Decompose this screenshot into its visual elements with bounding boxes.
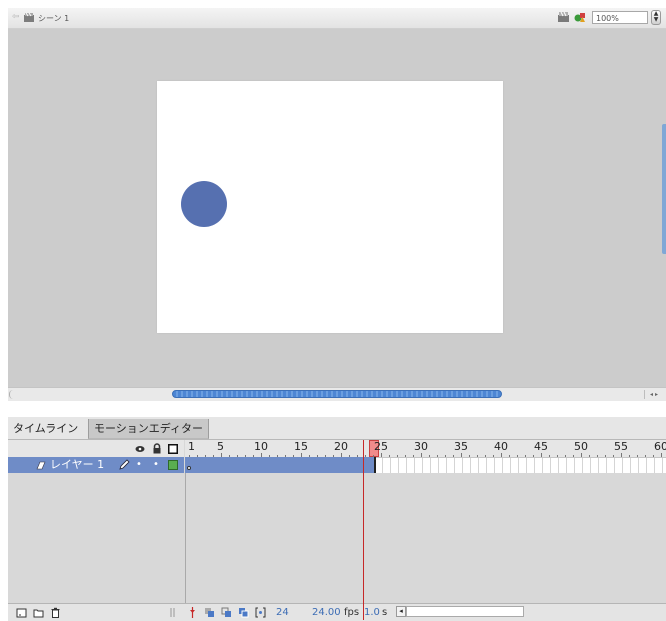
edit-symbol-icon[interactable] bbox=[574, 11, 586, 23]
frames-area-empty[interactable] bbox=[185, 473, 666, 603]
lock-icon[interactable] bbox=[152, 443, 162, 454]
tab-timeline[interactable]: タイムライン bbox=[8, 419, 84, 439]
center-frame-icon[interactable] bbox=[187, 607, 198, 618]
eye-icon[interactable] bbox=[135, 443, 145, 454]
frame-label: 50 bbox=[574, 440, 588, 453]
timeline-scroll-left-icon[interactable]: ◂ bbox=[396, 606, 406, 617]
frame-label: 25 bbox=[374, 440, 388, 453]
edit-scene-icon[interactable] bbox=[557, 11, 570, 23]
tab-motion-editor[interactable]: モーションエディター bbox=[88, 419, 210, 439]
frame-label: 10 bbox=[254, 440, 268, 453]
zoom-dropdown-icon[interactable]: ▲ ▼ bbox=[651, 10, 661, 25]
filled-frames-span[interactable] bbox=[185, 457, 375, 473]
scene-label[interactable]: シーン 1 bbox=[38, 14, 69, 23]
frame-label: 5 bbox=[217, 440, 224, 453]
scene-icon bbox=[24, 12, 34, 22]
scroll-track-start bbox=[9, 390, 18, 399]
layer-icon bbox=[36, 461, 46, 470]
outline-color-swatch[interactable] bbox=[168, 460, 178, 470]
visibility-dot[interactable]: • bbox=[136, 460, 142, 470]
keyframe-marker[interactable] bbox=[187, 466, 191, 470]
frame-rate-unit: fps bbox=[344, 607, 360, 618]
panel-tabs: タイムライン モーションエディター bbox=[8, 417, 666, 440]
timeline-horizontal-scrollbar[interactable] bbox=[406, 606, 524, 617]
vertical-scrollbar-thumb[interactable] bbox=[662, 124, 666, 254]
frame-label: 20 bbox=[334, 440, 348, 453]
frame-label: 15 bbox=[294, 440, 308, 453]
timeline-status-bar: 24 24.00 fps 1.0 s ◂ bbox=[8, 603, 666, 621]
frame-label: 60 bbox=[654, 440, 666, 453]
pasteboard[interactable] bbox=[8, 29, 666, 387]
stage-canvas[interactable] bbox=[157, 81, 503, 333]
pencil-icon bbox=[119, 459, 130, 470]
empty-frames[interactable] bbox=[375, 457, 666, 473]
edit-multiple-frames-icon[interactable] bbox=[238, 607, 249, 618]
onion-skin-icon[interactable] bbox=[204, 607, 215, 618]
outline-icon[interactable] bbox=[168, 443, 178, 454]
playhead-line bbox=[363, 440, 364, 620]
frame-label: 40 bbox=[494, 440, 508, 453]
frame-label: 1 bbox=[188, 440, 195, 453]
stage-window: ⇦ シーン 1 100% ▲ ▼ ◂ ▸ bbox=[0, 0, 666, 404]
scroll-arrows-icon[interactable]: ◂ ▸ bbox=[644, 390, 663, 399]
splitter-icon[interactable] bbox=[168, 607, 179, 618]
new-layer-icon[interactable] bbox=[16, 607, 27, 618]
horizontal-scrollbar[interactable]: ◂ ▸ bbox=[8, 387, 666, 401]
elapsed-time-unit: s bbox=[382, 607, 388, 618]
frame-span-end bbox=[374, 457, 376, 473]
horizontal-scroll-thumb[interactable] bbox=[172, 390, 502, 398]
layer-list-area[interactable] bbox=[8, 473, 184, 603]
frame-label: 55 bbox=[614, 440, 628, 453]
layer-name[interactable]: レイヤー 1 bbox=[50, 458, 104, 472]
frame-label: 30 bbox=[414, 440, 428, 453]
onion-skin-outline-icon[interactable] bbox=[221, 607, 232, 618]
stage-edit-bar: ⇦ シーン 1 100% ▲ ▼ bbox=[8, 8, 666, 29]
trash-icon[interactable] bbox=[50, 607, 61, 618]
lock-dot[interactable]: • bbox=[153, 460, 159, 470]
modify-onion-markers-icon[interactable] bbox=[255, 607, 266, 618]
frame-ruler[interactable]: 1 5 10 15 20 25 30 35 40 45 50 55 60 bbox=[185, 440, 666, 457]
current-frame[interactable]: 24 bbox=[276, 607, 289, 618]
elapsed-time[interactable]: 1.0 bbox=[364, 607, 380, 618]
zoom-input[interactable]: 100% bbox=[592, 11, 648, 24]
layer-row[interactable]: レイヤー 1 • • bbox=[8, 457, 184, 473]
new-folder-icon[interactable] bbox=[33, 607, 44, 618]
timeline-panel: タイムライン モーションエディター 1 5 10 15 20 25 30 35 … bbox=[8, 417, 666, 621]
circle-shape[interactable] bbox=[181, 181, 227, 227]
frame-rate[interactable]: 24.00 bbox=[312, 607, 341, 618]
layer-frames[interactable] bbox=[185, 457, 666, 473]
frame-label: 35 bbox=[454, 440, 468, 453]
back-arrow-icon[interactable]: ⇦ bbox=[12, 13, 20, 22]
layer-header bbox=[8, 440, 184, 457]
frame-label: 45 bbox=[534, 440, 548, 453]
